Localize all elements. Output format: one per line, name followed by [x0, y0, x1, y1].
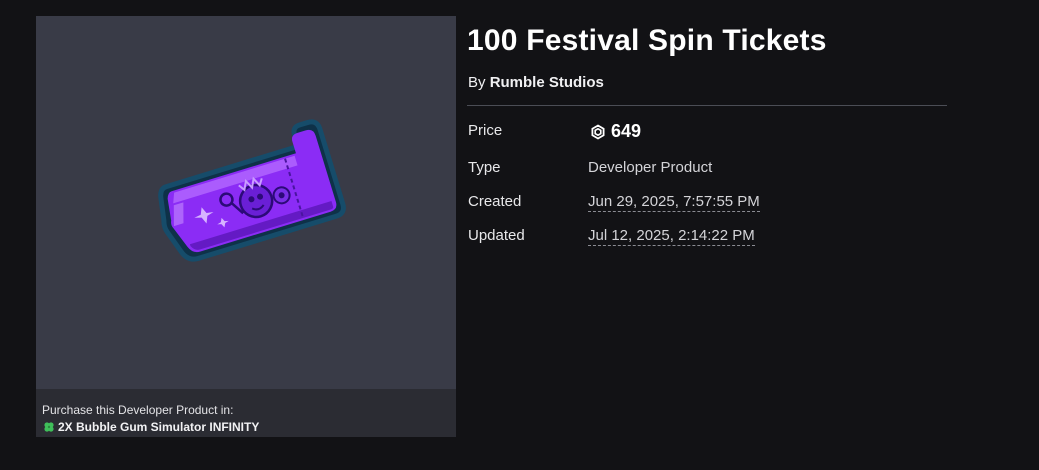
price-amount: 649 — [611, 121, 642, 141]
clover-icon — [44, 422, 54, 432]
experience-name[interactable]: 2X Bubble Gum Simulator INFINITY — [58, 420, 259, 434]
purchase-caption: Purchase this Developer Product in: — [42, 403, 234, 417]
item-thumbnail — [36, 16, 456, 389]
updated-value: Jul 12, 2025, 2:14:22 PM — [588, 227, 755, 246]
page: Purchase this Developer Product in: 2X B… — [0, 0, 1039, 470]
creator-by-label: By — [468, 74, 486, 91]
experience-link[interactable]: 2X Bubble Gum Simulator INFINITY — [43, 420, 259, 434]
type-label: Type — [468, 159, 501, 176]
item-title: 100 Festival Spin Tickets — [467, 24, 827, 57]
type-value: Developer Product — [588, 159, 713, 176]
item-thumbnail-panel: Purchase this Developer Product in: 2X B… — [36, 16, 456, 437]
created-value: Jun 29, 2025, 7:57:55 PM — [588, 193, 760, 212]
divider — [467, 105, 947, 106]
created-label: Created — [468, 193, 522, 210]
price-label: Price — [468, 122, 503, 139]
updated-label: Updated — [468, 227, 525, 244]
robux-icon — [591, 123, 605, 140]
creator-link[interactable]: Rumble Studios — [490, 74, 604, 91]
thumbnail-footer: Purchase this Developer Product in: 2X B… — [36, 389, 456, 437]
price-value: 649 — [590, 121, 641, 142]
creator-line: By Rumble Studios — [468, 74, 604, 91]
purple-ticket-icon — [158, 119, 346, 262]
